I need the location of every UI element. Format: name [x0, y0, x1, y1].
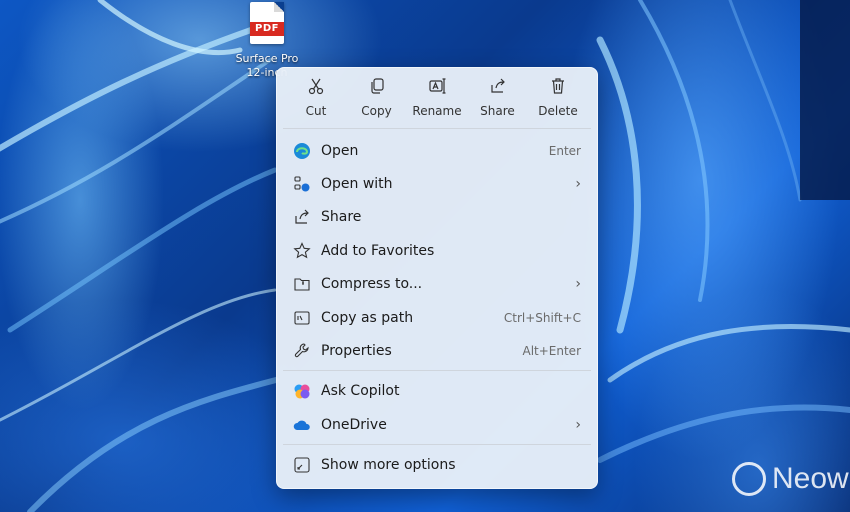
copy-icon [370, 78, 384, 94]
star-icon [293, 242, 311, 259]
menu-item-onedrive[interactable]: OneDrive › [277, 408, 597, 441]
menu-item-compress-to[interactable]: Compress to... › [277, 268, 597, 301]
shortcut-label: Enter [548, 143, 581, 158]
chevron-right-icon: › [575, 276, 581, 293]
share-button[interactable]: Share [469, 77, 527, 119]
watermark: Neow [732, 462, 849, 496]
pdf-badge: PDF [250, 22, 284, 36]
shortcut-label: Alt+Enter [522, 344, 581, 359]
scissors-icon [308, 78, 324, 95]
open-with-icon [294, 176, 310, 192]
menu-item-copy-as-path[interactable]: Copy as path Ctrl+Shift+C [277, 301, 597, 334]
watermark-text: Neow [772, 462, 849, 495]
rename-label: Rename [412, 104, 462, 118]
menu-item-add-to-favorites-label: Add to Favorites [321, 242, 435, 259]
menu-item-ask-copilot-label: Ask Copilot [321, 383, 400, 400]
context-menu-toolbar: Cut Copy Rename Share Delete [277, 68, 597, 128]
menu-item-properties[interactable]: Properties Alt+Enter [277, 334, 597, 367]
menu-item-show-more-options-label: Show more options [321, 457, 456, 474]
menu-item-share[interactable]: Share [277, 201, 597, 234]
file-label-line1: Surface Pro [235, 52, 299, 65]
rename-button[interactable]: Rename [408, 77, 466, 119]
menu-item-ask-copilot[interactable]: Ask Copilot [277, 375, 597, 408]
copilot-icon [294, 384, 310, 399]
menu-item-open-with-label: Open with [321, 176, 393, 193]
watermark-logo-icon [732, 462, 766, 496]
wrench-icon [294, 343, 309, 358]
delete-label: Delete [538, 104, 578, 118]
cut-button[interactable]: Cut [287, 77, 345, 119]
share-icon [295, 210, 309, 225]
rename-icon [429, 78, 446, 94]
trash-icon [552, 78, 564, 94]
shortcut-label: Ctrl+Shift+C [503, 310, 581, 325]
share-label: Share [480, 104, 515, 118]
delete-button[interactable]: Delete [529, 77, 587, 119]
copy-label: Copy [361, 104, 392, 118]
menu-item-share-label: Share [321, 209, 362, 226]
menu-item-open-with[interactable]: Open with › [277, 167, 597, 200]
copy-button[interactable]: Copy [348, 77, 406, 119]
onedrive-icon [293, 420, 310, 430]
chevron-right-icon: › [575, 176, 581, 193]
menu-item-open[interactable]: Open Enter [277, 134, 597, 167]
menu-item-add-to-favorites[interactable]: Add to Favorites [277, 234, 597, 267]
pdf-file-icon: PDF [250, 2, 284, 44]
edge-icon [294, 142, 310, 159]
more-options-icon [294, 457, 310, 473]
cut-label: Cut [305, 104, 327, 118]
menu-item-properties-label: Properties [321, 343, 392, 360]
context-menu: Cut Copy Rename Share Delete Open Enter … [276, 67, 598, 489]
zip-folder-icon [294, 278, 310, 291]
menu-item-onedrive-label: OneDrive [321, 416, 387, 433]
menu-item-copy-as-path-label: Copy as path [321, 309, 414, 326]
copy-path-icon [294, 311, 310, 325]
menu-item-open-label: Open [321, 142, 359, 159]
menu-item-compress-to-label: Compress to... [321, 276, 423, 293]
menu-item-show-more-options[interactable]: Show more options [277, 449, 597, 482]
chevron-right-icon: › [575, 416, 581, 433]
share-icon [490, 78, 505, 93]
